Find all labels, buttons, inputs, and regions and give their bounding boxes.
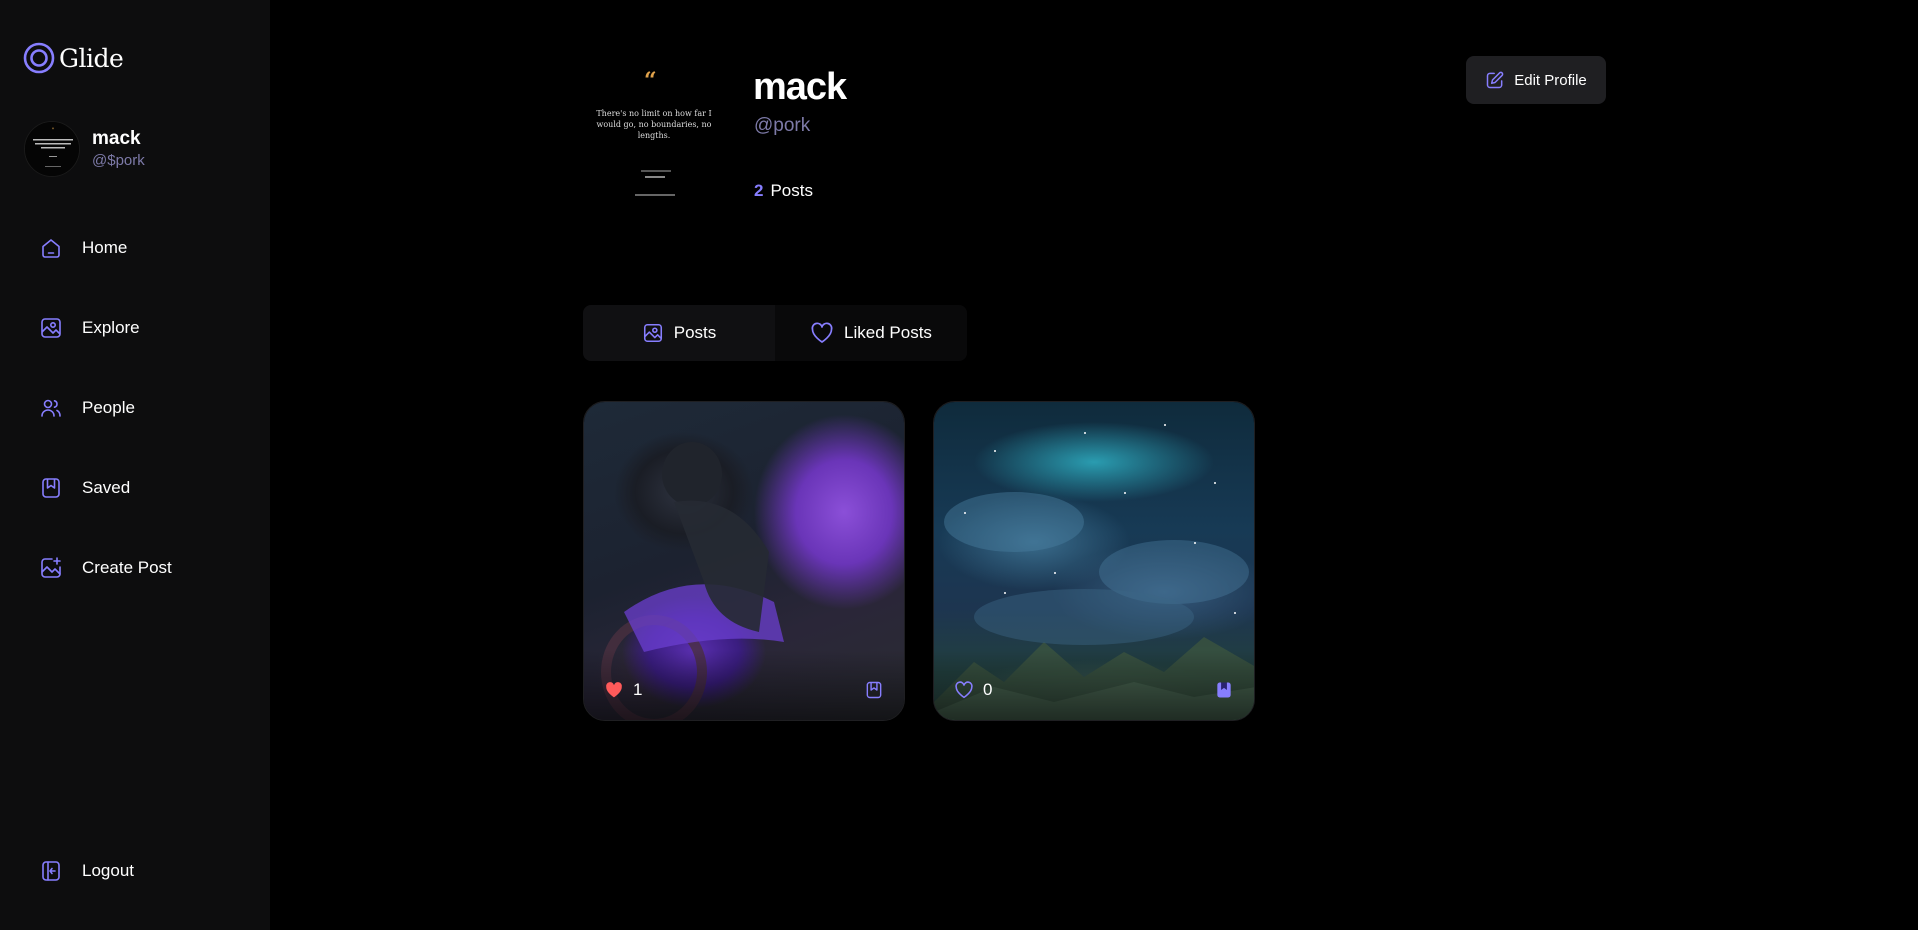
like-button[interactable]: 1 [604,680,642,700]
like-count: 0 [983,680,993,699]
post-footer: 0 [954,680,1234,700]
saved-icon [38,475,64,501]
avatar-signature-line [641,170,671,172]
like-button[interactable]: 0 [954,680,992,700]
image-icon [642,322,664,344]
save-button[interactable] [864,680,884,700]
profile-handle: @pork [754,115,811,136]
quote-mark-icon: “ [644,68,657,94]
avatar-footer-line [635,194,675,196]
post-footer: 1 [604,680,884,700]
sidebar-item-saved[interactable]: Saved [38,475,238,501]
avatar-quote: There's no limit on how far I would go, … [596,109,712,140]
create-post-icon [38,555,64,581]
like-count: 1 [633,680,643,699]
sidebar-item-label: Create Post [82,558,172,577]
sidebar-item-explore[interactable]: Explore [38,315,238,341]
post-card[interactable]: 0 [933,401,1255,721]
sidebar-item-label: People [82,398,135,417]
bookmark-icon [866,681,882,699]
logout-button[interactable]: Logout [38,858,134,884]
svg-text:“: “ [52,128,54,134]
avatar-signature-line [645,176,665,178]
profile-name: mack [753,66,847,108]
heart-icon [955,681,973,699]
posts-label: Posts [770,181,813,200]
edit-icon [1485,70,1505,90]
profile-avatar: “ There's no limit on how far I would go… [583,56,725,206]
avatar-image: “ [25,122,79,176]
posts-count: 2 [754,181,764,200]
tab-label: Posts [673,323,717,342]
logout-label: Logout [82,861,134,880]
sidebar-user-card[interactable]: “ mack @$pork [24,121,145,177]
sidebar-item-create-post[interactable]: Create Post [38,555,238,581]
edit-profile-label: Edit Profile [1514,71,1587,89]
sidebar-item-home[interactable]: Home [38,235,238,261]
people-icon [38,395,64,421]
bookmark-filled-icon [1217,682,1231,698]
edit-profile-button[interactable]: Edit Profile [1466,56,1606,104]
sidebar-item-label: Explore [82,318,140,337]
sidebar-user-handle: @$pork [92,152,145,169]
post-card[interactable]: 1 [583,401,905,721]
explore-icon [38,315,64,341]
app-name: Glide [59,43,124,73]
profile-tabs: Posts Liked Posts [583,305,967,361]
sidebar-user-name: mack [92,128,141,149]
tab-liked-posts[interactable]: Liked Posts [775,305,967,361]
sidebar-item-people[interactable]: People [38,395,238,421]
sidebar: Glide “ mack @$pork Home Explore People … [0,0,270,930]
home-icon [38,235,64,261]
sidebar-item-label: Saved [82,478,131,497]
posts-stat: 2 Posts [754,181,813,201]
tab-label: Liked Posts [844,323,932,342]
save-button[interactable] [1214,680,1234,700]
tab-posts[interactable]: Posts [583,305,775,361]
heart-icon [810,322,834,344]
avatar: “ [24,121,80,177]
app-logo[interactable]: Glide [23,42,124,74]
logout-icon [38,858,64,884]
sidebar-item-label: Home [82,238,128,257]
logo-icon [23,42,55,74]
heart-filled-icon [606,682,622,698]
